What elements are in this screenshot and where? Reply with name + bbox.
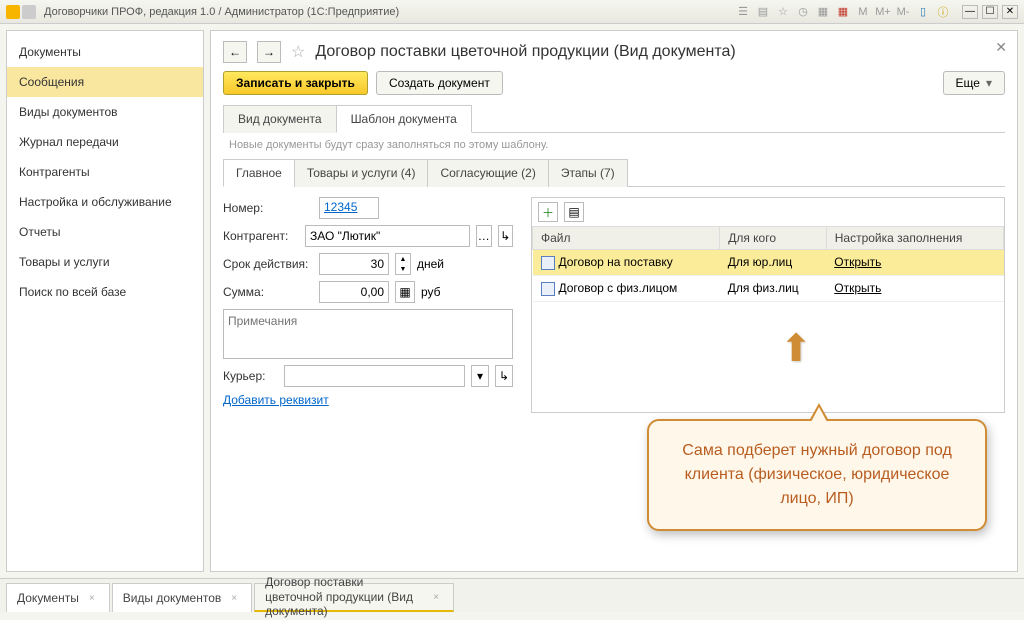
tab-close-icon[interactable]: × — [89, 593, 95, 604]
content-panel: ✕ ← → ☆ Договор поставки цветочной проду… — [210, 30, 1018, 572]
word-doc-icon — [541, 282, 555, 296]
sidebar-item-journal[interactable]: Журнал передачи — [7, 127, 203, 157]
star-icon[interactable]: ☆ — [776, 5, 790, 19]
form-left: Номер: 12345 Контрагент: … ↳ Срок действ… — [223, 197, 513, 413]
app-icon-1c — [6, 5, 20, 19]
minimize-button[interactable]: — — [962, 5, 978, 19]
counterparty-input[interactable] — [305, 225, 470, 247]
save-close-button[interactable]: Записать и закрыть — [223, 71, 368, 95]
sub-tabs: Главное Товары и услуги (4) Согласующие … — [223, 159, 1005, 187]
cell-file: Договор с физ.лицом — [559, 281, 678, 295]
tool-icon[interactable]: ☰ — [736, 5, 750, 19]
app-icon-generic — [22, 5, 36, 19]
open-link[interactable]: Открыть — [834, 255, 881, 269]
callout-arrow-icon: ⬆ — [780, 326, 812, 371]
counterparty-label: Контрагент: — [223, 229, 299, 243]
sum-currency: руб — [421, 285, 441, 299]
open-link[interactable]: Открыть — [834, 281, 881, 295]
col-settings[interactable]: Настройка заполнения — [826, 227, 1003, 250]
layout-icon[interactable]: ▯ — [916, 5, 930, 19]
tab-close-icon[interactable]: × — [433, 592, 439, 603]
main-tabs: Вид документа Шаблон документа — [223, 105, 1005, 133]
subtab-approvers[interactable]: Согласующие (2) — [427, 159, 548, 187]
form-area: Номер: 12345 Контрагент: … ↳ Срок действ… — [223, 197, 1005, 413]
tab-close-icon[interactable]: × — [231, 593, 237, 604]
counterparty-open-button[interactable]: ↳ — [498, 225, 514, 247]
callout-bubble: Сама подберет нужный договор под клиента… — [647, 419, 987, 531]
courier-label: Курьер: — [223, 369, 278, 383]
window-title: Договорчики ПРОФ, редакция 1.0 / Админис… — [44, 6, 732, 18]
subtab-stages[interactable]: Этапы (7) — [548, 159, 628, 187]
sidebar-item-documents[interactable]: Документы — [7, 37, 203, 67]
add-template-button[interactable]: ＋ — [538, 202, 558, 222]
action-toolbar: Записать и закрыть Создать документ Еще — [223, 71, 1005, 95]
templates-table: Файл Для кого Настройка заполнения Догов… — [532, 226, 1004, 302]
sidebar-item-counterparties[interactable]: Контрагенты — [7, 157, 203, 187]
tab-template[interactable]: Шаблон документа — [336, 105, 472, 133]
counterparty-lookup-button[interactable]: … — [476, 225, 492, 247]
col-file[interactable]: Файл — [533, 227, 720, 250]
clock-icon[interactable]: ◷ — [796, 5, 810, 19]
template-hint: Новые документы будут сразу заполняться … — [229, 139, 1005, 151]
doc-template-button[interactable]: ▤ — [564, 202, 584, 222]
sidebar-item-goods[interactable]: Товары и услуги — [7, 247, 203, 277]
calc-icon[interactable]: ▦ — [816, 5, 830, 19]
word-doc-icon — [541, 256, 555, 270]
tab-view[interactable]: Вид документа — [223, 105, 337, 133]
mplus-label[interactable]: M+ — [876, 5, 890, 19]
table-row[interactable]: Договор с физ.лицом Для физ.лиц Открыть — [533, 275, 1004, 301]
number-input[interactable]: 12345 — [319, 197, 379, 219]
number-label: Номер: — [223, 201, 313, 215]
panel-close-button[interactable]: ✕ — [995, 39, 1007, 56]
calc-icon[interactable]: ▦ — [395, 281, 415, 303]
templates-panel: ＋ ▤ Файл Для кого Настройка заполнения Д… — [531, 197, 1005, 413]
cell-file: Договор на поставку — [559, 255, 673, 269]
title-toolbar: ☰ ▤ ☆ ◷ ▦ ▦ M M+ M- ▯ ⓘ — [736, 5, 950, 19]
cell-for: Для физ.лиц — [720, 275, 827, 301]
maximize-button[interactable]: ☐ — [982, 5, 998, 19]
tool-icon[interactable]: ▤ — [756, 5, 770, 19]
term-spinner[interactable]: ▲▼ — [395, 253, 411, 275]
add-field-link[interactable]: Добавить реквизит — [223, 393, 329, 407]
term-input[interactable] — [319, 253, 389, 275]
btab-current[interactable]: Договор поставки цветочной продукции (Ви… — [254, 583, 454, 612]
subtab-goods[interactable]: Товары и услуги (4) — [294, 159, 429, 187]
title-bar: Договорчики ПРОФ, редакция 1.0 / Админис… — [0, 0, 1024, 24]
nav-fwd-button[interactable]: → — [257, 41, 281, 63]
sidebar-item-doc-types[interactable]: Виды документов — [7, 97, 203, 127]
courier-dropdown-button[interactable]: ▾ — [471, 365, 489, 387]
calendar-icon[interactable]: ▦ — [836, 5, 850, 19]
app-icons — [6, 5, 36, 19]
btab-doc-types[interactable]: Виды документов× — [112, 583, 252, 612]
courier-input[interactable] — [284, 365, 465, 387]
term-label: Срок действия: — [223, 257, 313, 271]
create-doc-button[interactable]: Создать документ — [376, 71, 503, 95]
favorite-star-icon[interactable]: ☆ — [291, 42, 305, 62]
sidebar-item-messages[interactable]: Сообщения — [7, 67, 203, 97]
bottom-tabs: Документы× Виды документов× Договор пост… — [0, 578, 1024, 612]
sidebar-item-search[interactable]: Поиск по всей базе — [7, 277, 203, 307]
sidebar-item-settings[interactable]: Настройка и обслуживание — [7, 187, 203, 217]
col-for[interactable]: Для кого — [720, 227, 827, 250]
table-row[interactable]: Договор на поставку Для юр.лиц Открыть — [533, 250, 1004, 276]
mminus-label[interactable]: M- — [896, 5, 910, 19]
term-unit: дней — [417, 257, 444, 271]
sidebar: Документы Сообщения Виды документов Журн… — [6, 30, 204, 572]
window-buttons: — ☐ ✕ — [962, 5, 1018, 19]
close-button[interactable]: ✕ — [1002, 5, 1018, 19]
subtab-main[interactable]: Главное — [223, 159, 295, 187]
sum-label: Сумма: — [223, 285, 313, 299]
nav-back-button[interactable]: ← — [223, 41, 247, 63]
sidebar-item-reports[interactable]: Отчеты — [7, 217, 203, 247]
page-title: Договор поставки цветочной продукции (Ви… — [315, 43, 735, 61]
m-label[interactable]: M — [856, 5, 870, 19]
notes-textarea[interactable] — [223, 309, 513, 359]
cell-for: Для юр.лиц — [720, 250, 827, 276]
doc-header: ← → ☆ Договор поставки цветочной продукц… — [223, 41, 1005, 63]
info-icon[interactable]: ⓘ — [936, 5, 950, 19]
sum-input[interactable] — [319, 281, 389, 303]
btab-documents[interactable]: Документы× — [6, 583, 110, 612]
courier-open-button[interactable]: ↳ — [495, 365, 513, 387]
more-button[interactable]: Еще — [943, 71, 1005, 95]
